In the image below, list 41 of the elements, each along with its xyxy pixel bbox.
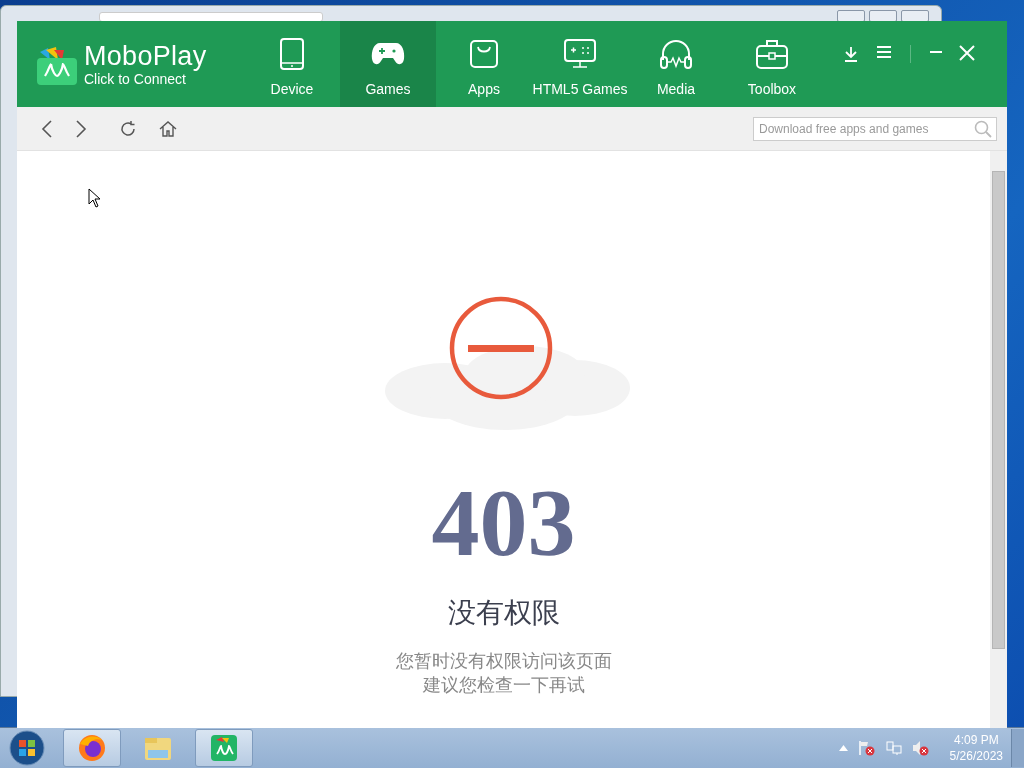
nav-tab[interactable]: Device: [244, 21, 340, 107]
firefox-icon: [76, 732, 108, 764]
logo-icon: [36, 46, 78, 86]
scrollbar-thumb[interactable]: [992, 171, 1005, 649]
show-hidden-icons-icon[interactable]: [838, 745, 848, 751]
app-title: MoboPlay: [84, 41, 207, 71]
nav-tab[interactable]: HTML5 Games: [532, 21, 628, 107]
error-message: 建议您检查一下再试: [422, 674, 585, 697]
toolbox-icon: [755, 38, 789, 70]
nav-tab[interactable]: Games: [340, 21, 436, 107]
scrollbar[interactable]: [990, 151, 1007, 728]
home-icon[interactable]: [159, 119, 177, 138]
clock-date[interactable]: 5/26/2023: [949, 748, 1003, 764]
download-icon[interactable]: [842, 45, 860, 63]
speaker-muted-icon[interactable]: [911, 740, 930, 756]
cursor-icon: [88, 188, 101, 208]
taskbar-app-button[interactable]: [195, 729, 253, 767]
network-icon[interactable]: [885, 740, 902, 756]
start-button[interactable]: [9, 730, 45, 766]
search-field[interactable]: Download free apps and games: [753, 116, 997, 141]
flag-error-icon[interactable]: [857, 740, 876, 756]
refresh-icon[interactable]: [119, 119, 137, 138]
clock-time[interactable]: 4:09 PM: [953, 732, 999, 748]
nav-tab[interactable]: Media: [628, 21, 724, 107]
error-message: 您暂时没有权限访问该页面: [395, 650, 612, 673]
close-icon[interactable]: [959, 45, 975, 61]
bag-icon: [469, 39, 499, 69]
forward-icon[interactable]: [75, 119, 87, 138]
tablet-icon: [279, 37, 305, 71]
nav-tab[interactable]: Toolbox: [724, 21, 820, 107]
monitor-icon: [563, 38, 597, 70]
gamepad-icon: [371, 41, 405, 67]
headphones-icon: [659, 38, 693, 70]
back-icon[interactable]: [41, 119, 53, 138]
search-icon[interactable]: [974, 119, 992, 138]
error-code: 403: [431, 473, 576, 573]
nav-tab[interactable]: Apps: [436, 21, 532, 107]
menu-icon[interactable]: [876, 45, 892, 59]
connect-link[interactable]: Click to Connect: [84, 71, 207, 87]
error-title: 没有权限: [447, 596, 560, 630]
taskbar-app-button[interactable]: [63, 729, 121, 767]
